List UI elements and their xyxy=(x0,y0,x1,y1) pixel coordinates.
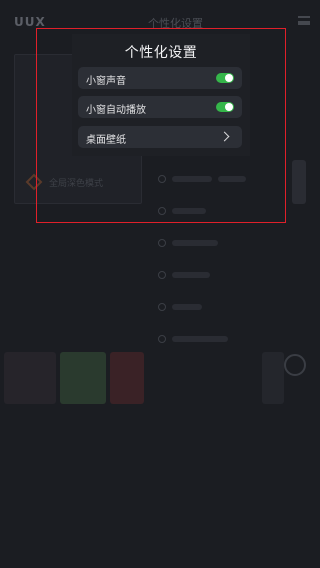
popup-title: 个性化设置 xyxy=(124,45,198,61)
window-autoplay-row[interactable]: 小窗自动播放 xyxy=(78,96,242,118)
background-brand: UUX xyxy=(14,15,46,29)
background-card xyxy=(60,352,106,404)
background-card xyxy=(4,352,56,404)
screen: UUX 个性化设置 全局深色模式 个性化设置 小窗声音 小窗自动播放 桌面壁纸 xyxy=(0,0,320,568)
window-sound-label: 小窗声音 xyxy=(86,76,126,87)
background-row xyxy=(158,238,218,248)
window-autoplay-toggle[interactable] xyxy=(216,102,234,112)
background-circle-icon xyxy=(284,354,306,376)
background-row xyxy=(158,334,228,344)
window-sound-toggle[interactable] xyxy=(216,73,234,83)
background-row xyxy=(158,302,202,312)
toggle-knob xyxy=(225,74,233,82)
desktop-wallpaper-row[interactable]: 桌面壁纸 xyxy=(78,126,242,148)
background-card xyxy=(110,352,144,404)
background-row xyxy=(158,270,210,280)
chevron-right-icon xyxy=(219,131,230,142)
window-sound-row[interactable]: 小窗声音 xyxy=(78,67,242,89)
window-autoplay-label: 小窗自动播放 xyxy=(86,105,146,116)
personalization-popup: 个性化设置 小窗声音 小窗自动播放 桌面壁纸 xyxy=(72,34,250,156)
toggle-knob xyxy=(225,103,233,111)
menu-icon xyxy=(298,16,310,25)
background-card xyxy=(262,352,284,404)
desktop-wallpaper-label: 桌面壁纸 xyxy=(86,135,126,146)
background-media-strip xyxy=(0,352,320,408)
background-side-box xyxy=(292,160,306,204)
